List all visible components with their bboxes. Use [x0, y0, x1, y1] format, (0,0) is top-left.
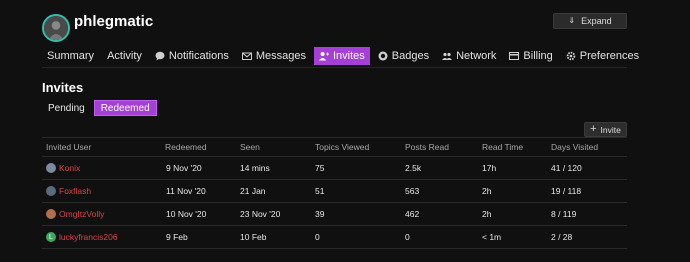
- invite-subtabs: Pending Redeemed: [42, 100, 160, 116]
- topics-cell: 0: [315, 232, 320, 242]
- invited-user-cell: OmgItzVolly: [42, 209, 165, 219]
- invited-user-cell: Konix: [42, 163, 165, 173]
- posts-cell: 2.5k: [405, 163, 422, 173]
- user-nav: Summary Activity Notifications Messages …: [42, 47, 647, 65]
- read-time-cell: 2h: [482, 186, 492, 196]
- user-link[interactable]: Foxflash: [59, 186, 91, 196]
- seen-cell: 21 Jan: [240, 186, 266, 196]
- invite-button[interactable]: + Invite: [584, 122, 627, 137]
- invites-table: Invited User Redeemed Seen Topics Viewed…: [42, 137, 627, 249]
- topics-cell: 39: [315, 209, 325, 219]
- nav-label: Preferences: [579, 50, 640, 62]
- column-header[interactable]: Seen: [240, 142, 315, 152]
- nav-label: Messages: [255, 50, 306, 62]
- nav-label: Summary: [47, 50, 95, 62]
- seen-cell: 23 Nov '20: [240, 209, 281, 219]
- table-row: L luckyfrancis206 9 Feb 10 Feb 0 0 < 1m …: [42, 226, 627, 249]
- column-header[interactable]: Days Visited: [551, 142, 621, 152]
- nav-badges[interactable]: Badges: [373, 47, 434, 65]
- table-header: Invited User Redeemed Seen Topics Viewed…: [42, 137, 627, 157]
- avatar[interactable]: [42, 14, 70, 42]
- nav-messages[interactable]: Messages: [237, 47, 311, 65]
- nav-label: Activity: [107, 50, 142, 62]
- seen-cell: 14 mins: [240, 163, 270, 173]
- topics-cell: 51: [315, 186, 325, 196]
- table-row: OmgItzVolly 10 Nov '20 23 Nov '20 39 462…: [42, 203, 627, 226]
- days-visited-cell: 8 / 119: [551, 209, 577, 219]
- read-time-cell: < 1m: [482, 232, 502, 242]
- tab-pending[interactable]: Pending: [42, 100, 91, 116]
- redeemed-cell: 11 Nov '20: [166, 186, 206, 196]
- user-avatar-icon[interactable]: [46, 209, 56, 219]
- expand-label: Expand: [581, 16, 612, 26]
- nav-label: Network: [456, 50, 497, 62]
- user-link[interactable]: luckyfrancis206: [59, 232, 118, 242]
- invite-label: Invite: [600, 124, 621, 135]
- redeemed-cell: 9 Feb: [166, 232, 188, 242]
- posts-cell: 0: [405, 232, 410, 242]
- user-plus-icon: [318, 52, 329, 61]
- read-time-cell: 17h: [482, 163, 497, 173]
- double-chevron-down-icon: ⇓: [568, 16, 576, 25]
- tab-redeemed[interactable]: Redeemed: [93, 100, 157, 116]
- column-header[interactable]: Topics Viewed: [315, 142, 405, 152]
- user-link[interactable]: Konix: [59, 163, 80, 173]
- certificate-icon: [378, 51, 388, 61]
- nav-billing[interactable]: Billing: [504, 47, 557, 65]
- users-icon: [442, 52, 453, 60]
- table-row: Foxflash 11 Nov '20 21 Jan 51 563 2h 19 …: [42, 180, 627, 203]
- nav-label: Billing: [523, 50, 553, 62]
- nav-label: Invites: [332, 50, 365, 62]
- username: phlegmatic: [74, 13, 154, 30]
- nav-activity[interactable]: Activity: [102, 47, 147, 65]
- expand-button[interactable]: ⇓ Expand: [553, 13, 627, 29]
- user-avatar-icon[interactable]: L: [46, 232, 56, 242]
- user-avatar-icon[interactable]: [46, 186, 56, 196]
- redeemed-cell: 10 Nov '20: [166, 209, 207, 219]
- nav-divider: [42, 67, 627, 68]
- column-header[interactable]: Redeemed: [165, 142, 240, 152]
- nav-preferences[interactable]: Preferences: [561, 47, 644, 65]
- nav-invites[interactable]: Invites: [313, 47, 370, 65]
- seen-cell: 10 Feb: [240, 232, 267, 242]
- plus-icon: +: [590, 123, 597, 135]
- table-row: Konix 9 Nov '20 14 mins 75 2.5k 17h 41 /…: [42, 157, 627, 180]
- nav-network[interactable]: Network: [437, 47, 501, 65]
- posts-cell: 462: [405, 209, 420, 219]
- redeemed-cell: 9 Nov '20: [166, 163, 202, 173]
- days-visited-cell: 19 / 118: [551, 186, 582, 196]
- days-visited-cell: 2 / 28: [551, 232, 573, 242]
- nav-label: Badges: [391, 50, 430, 62]
- comment-icon: [155, 51, 165, 61]
- posts-cell: 563: [405, 186, 420, 196]
- page-title: Invites: [42, 80, 84, 95]
- column-header[interactable]: Posts Read: [405, 142, 482, 152]
- read-time-cell: 2h: [482, 209, 492, 219]
- nav-notifications[interactable]: Notifications: [150, 47, 234, 65]
- user-avatar-icon[interactable]: [46, 163, 56, 173]
- nav-label: Notifications: [168, 50, 229, 62]
- user-link[interactable]: OmgItzVolly: [59, 209, 104, 219]
- cog-icon: [566, 51, 576, 61]
- credit-card-icon: [509, 52, 520, 60]
- invited-user-cell: Foxflash: [42, 186, 165, 196]
- column-header[interactable]: Read Time: [482, 142, 551, 152]
- days-visited-cell: 41 / 120: [551, 163, 582, 173]
- user-avatar-icon: [44, 16, 68, 40]
- envelope-icon: [241, 52, 252, 60]
- topics-cell: 75: [315, 163, 325, 173]
- column-header[interactable]: Invited User: [42, 142, 165, 152]
- nav-summary[interactable]: Summary: [42, 47, 99, 65]
- invited-user-cell: L luckyfrancis206: [42, 232, 165, 242]
